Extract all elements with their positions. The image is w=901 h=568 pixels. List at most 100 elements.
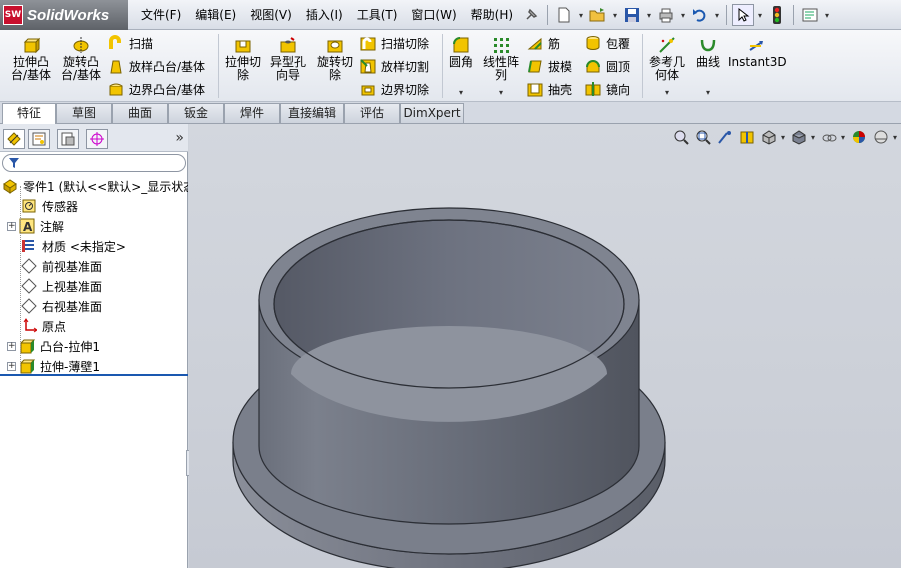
fillet-dropdown-icon[interactable]: ▾: [446, 86, 476, 99]
tree-item-right-plane[interactable]: 右视基准面: [0, 296, 188, 316]
revolve-boss-button[interactable]: 旋转凸 台/基体: [57, 36, 105, 82]
tree-item-label: 原点: [42, 319, 67, 334]
expand-plus-icon[interactable]: +: [7, 361, 16, 371]
tree-item-material[interactable]: 材质 <未指定>: [0, 236, 188, 256]
expand-plus-icon[interactable]: +: [7, 341, 16, 351]
menu-tools[interactable]: 工具(T): [350, 0, 405, 30]
lofted-cut-button[interactable]: 放样切割: [360, 56, 429, 76]
tree-item-origin[interactable]: 原点: [0, 316, 188, 336]
panel-tab-strip: »: [0, 124, 188, 152]
new-dropdown-icon[interactable]: ▾: [577, 11, 585, 20]
hole-wizard-label-2: 向导: [275, 68, 300, 82]
save-icon[interactable]: [621, 4, 643, 26]
tab-features[interactable]: 特征: [2, 103, 56, 124]
pin-icon[interactable]: [520, 4, 542, 26]
curves-button[interactable]: 曲线 ▾: [692, 36, 724, 99]
open-folder-icon[interactable]: [587, 4, 609, 26]
select-pointer-icon[interactable]: [732, 4, 754, 26]
undo-icon[interactable]: [689, 4, 711, 26]
revolve-boss-label-2: 台/基体: [60, 68, 102, 82]
open-dropdown-icon[interactable]: ▾: [611, 11, 619, 20]
swept-cut-icon: [360, 37, 376, 51]
dimxpertmanager-tab[interactable]: [86, 129, 108, 149]
part-model-3d[interactable]: [189, 124, 901, 568]
reference-geometry-button[interactable]: 参考几 何体 ▾: [646, 36, 688, 99]
tree-filter-input[interactable]: [2, 154, 186, 172]
hole-wizard-button[interactable]: 异型孔 向导: [266, 36, 310, 82]
swept-cut-label: 扫描切除: [381, 36, 430, 51]
sweep-button[interactable]: 扫描: [108, 33, 153, 53]
curves-dropdown-icon[interactable]: ▾: [692, 86, 724, 99]
tree-item-front-plane[interactable]: 前视基准面: [0, 256, 188, 276]
revolve-cut-button[interactable]: 旋转切 除: [312, 36, 358, 82]
extrude-boss-button[interactable]: 拉伸凸 台/基体: [6, 36, 56, 82]
toolbar-separator: [642, 34, 643, 98]
options-dropdown-icon[interactable]: ▾: [823, 11, 831, 20]
mirror-button[interactable]: 镜向: [585, 79, 630, 99]
save-dropdown-icon[interactable]: ▾: [645, 11, 653, 20]
swept-cut-button[interactable]: 扫描切除: [360, 33, 429, 53]
origin-icon: [23, 318, 37, 333]
print-icon[interactable]: [655, 4, 677, 26]
configurationmanager-tab[interactable]: [57, 129, 79, 149]
loft-boss-label: 放样凸台/基体: [129, 59, 206, 74]
tree-item-top-plane[interactable]: 上视基准面: [0, 276, 188, 296]
sweep-label: 扫描: [129, 36, 154, 51]
rib-button[interactable]: 筋: [527, 33, 560, 53]
draft-button[interactable]: 拔模: [527, 56, 572, 76]
loft-boss-button[interactable]: 放样凸台/基体: [108, 56, 205, 76]
menu-insert[interactable]: 插入(I): [299, 0, 350, 30]
boundary-cut-button[interactable]: 边界切除: [360, 79, 429, 99]
wrap-button[interactable]: 包覆: [585, 33, 630, 53]
undo-dropdown-icon[interactable]: ▾: [713, 11, 721, 20]
tree-item-sensors[interactable]: 传感器: [0, 196, 188, 216]
tree-root-part[interactable]: 零件1 (默认<<默认>_显示状态: [0, 176, 188, 196]
expand-panel-icon[interactable]: »: [175, 130, 184, 146]
tree-item-thin-extrude1[interactable]: + 拉伸-薄壁1: [0, 356, 188, 376]
extrude-cut-button[interactable]: 拉伸切 除: [222, 36, 264, 82]
wrap-label: 包覆: [606, 36, 631, 51]
tab-evaluate[interactable]: 评估: [344, 103, 400, 123]
boundary-boss-button[interactable]: 边界凸台/基体: [108, 79, 205, 99]
title-bar: SW SolidWorks 文件(F) 编辑(E) 视图(V) 插入(I) 工具…: [0, 0, 901, 30]
tab-weldments[interactable]: 焊件: [224, 103, 280, 123]
tree-item-label: 右视基准面: [42, 299, 103, 314]
tree-item-label: 前视基准面: [42, 259, 103, 274]
tree-item-boss-extrude1[interactable]: + 凸台-拉伸1: [0, 336, 188, 356]
featuremanager-tab[interactable]: [3, 129, 25, 149]
expand-plus-icon[interactable]: +: [7, 221, 16, 231]
extrude-cut-icon: [235, 40, 251, 53]
reference-geometry-dropdown-icon[interactable]: ▾: [646, 86, 688, 99]
shell-button[interactable]: 抽壳: [527, 79, 572, 99]
instant3d-button[interactable]: Instant3D: [728, 36, 787, 69]
tab-direct-editing[interactable]: 直接编辑: [280, 103, 344, 123]
fillet-icon: [453, 37, 469, 53]
options-icon[interactable]: [799, 4, 821, 26]
rollback-bar[interactable]: [0, 374, 188, 376]
rebuild-traffic-light-icon[interactable]: [766, 4, 788, 26]
tab-surfaces[interactable]: 曲面: [112, 103, 168, 123]
menu-help[interactable]: 帮助(H): [464, 0, 520, 30]
toolbar-separator: [442, 34, 443, 98]
tab-sketch[interactable]: 草图: [56, 103, 112, 123]
print-dropdown-icon[interactable]: ▾: [679, 11, 687, 20]
linear-pattern-dropdown-icon[interactable]: ▾: [480, 86, 522, 99]
tree-item-annotations[interactable]: + A 注解: [0, 216, 188, 236]
linear-pattern-button[interactable]: 线性阵 列 ▾: [480, 36, 522, 99]
menu-window[interactable]: 窗口(W): [404, 0, 463, 30]
dome-button[interactable]: 圆顶: [585, 56, 630, 76]
new-document-icon[interactable]: [553, 4, 575, 26]
menu-edit[interactable]: 编辑(E): [188, 0, 243, 30]
tab-sheet-metal[interactable]: 钣金: [168, 103, 224, 123]
menu-view[interactable]: 视图(V): [243, 0, 299, 30]
part-icon: [3, 179, 17, 194]
menu-file[interactable]: 文件(F): [134, 0, 188, 30]
command-manager-tabs: 特征 草图 曲面 钣金 焊件 直接编辑 评估 DimXpert: [0, 102, 901, 124]
propertymanager-tab[interactable]: [28, 129, 50, 149]
tab-dimxpert[interactable]: DimXpert: [400, 103, 464, 123]
menu-bar: 文件(F) 编辑(E) 视图(V) 插入(I) 工具(T) 窗口(W) 帮助(H…: [134, 0, 520, 30]
app-logo[interactable]: SW SolidWorks: [0, 0, 128, 30]
fillet-button[interactable]: 圆角 ▾: [446, 36, 476, 99]
select-dropdown-icon[interactable]: ▾: [756, 11, 764, 20]
graphics-area[interactable]: ▾ ▾ ▾ ▾: [189, 124, 901, 568]
